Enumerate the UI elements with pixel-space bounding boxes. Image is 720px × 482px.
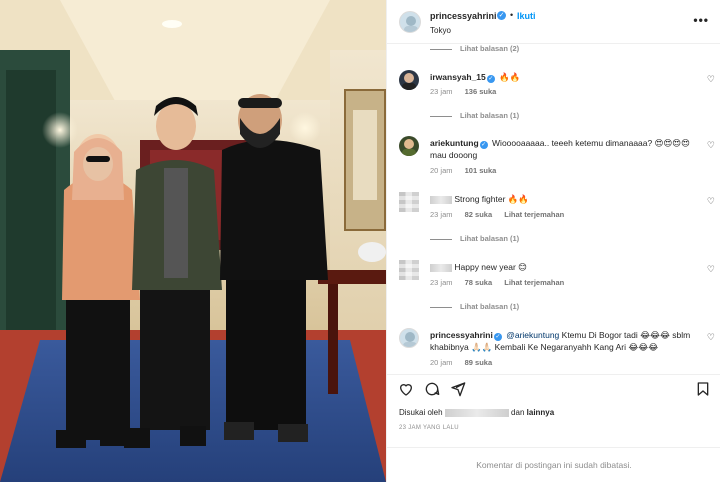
heart-icon[interactable]: ♡ (707, 196, 715, 207)
post-panel: princessyahrini ✓ • Ikuti Tokyo ••• Liha… (386, 0, 720, 482)
translate-button[interactable]: Lihat terjemahan (504, 210, 564, 219)
comment-mention[interactable]: @ariekuntung (506, 330, 559, 340)
heart-icon[interactable]: ♡ (707, 332, 715, 343)
comment-likes[interactable]: 89 suka (465, 358, 493, 367)
comment-username[interactable]: princessyahrini (430, 330, 493, 340)
avatar[interactable] (399, 11, 421, 33)
comment-likes[interactable]: 78 suka (465, 278, 493, 287)
comments-list[interactable]: Lihat balasan (2) irwansyah_15 ✓ 🔥🔥 23 ja… (387, 44, 720, 374)
comment-meta: 23 jam 78 suka Lihat terjemahan (430, 278, 574, 287)
comment-time[interactable]: 23 jam (430, 210, 453, 219)
verified-icon: ✓ (486, 75, 495, 83)
comment-likes[interactable]: 101 suka (465, 166, 497, 175)
view-replies-button[interactable]: Lihat balasan (1) (430, 111, 519, 120)
comment-body: 🔥🔥 (499, 72, 521, 82)
comment-text: irwansyah_15 ✓ 🔥🔥 (430, 71, 691, 83)
comment-body: Happy new year 😊 (454, 262, 528, 272)
post-timestamp[interactable]: 23 JAM YANG LALU (399, 425, 459, 431)
separator-dot: • (510, 10, 514, 20)
post-photo (0, 0, 386, 482)
share-icon[interactable] (450, 381, 466, 397)
comment-text: princessyahrini ✓ @ariekuntung Ktemu Di B… (430, 329, 691, 353)
comment-time[interactable]: 20 jam (430, 166, 453, 175)
comment-meta: 23 jam 82 suka Lihat terjemahan (430, 210, 574, 219)
verified-icon: ✓ (493, 333, 502, 341)
more-horizontal-icon[interactable]: ••• (693, 13, 709, 27)
comment-likes[interactable]: 136 suka (465, 87, 497, 96)
comment-time[interactable]: 20 jam (430, 358, 453, 367)
post-header: princessyahrini ✓ • Ikuti Tokyo ••• (387, 0, 720, 44)
verified-icon: ✓ (479, 141, 488, 149)
heart-icon[interactable] (398, 381, 414, 397)
view-replies-button[interactable]: Lihat balasan (1) (430, 302, 519, 311)
avatar[interactable] (399, 260, 419, 280)
heart-icon[interactable]: ♡ (707, 264, 715, 275)
avatar[interactable] (399, 70, 419, 90)
heart-icon[interactable]: ♡ (707, 74, 715, 85)
likes-others-link[interactable]: lainnya (527, 408, 555, 417)
comment-time[interactable]: 23 jam (430, 87, 453, 96)
blurred-liker[interactable] (444, 408, 509, 417)
blurred-username (430, 263, 452, 272)
comment-icon[interactable] (424, 381, 440, 397)
action-bar (387, 374, 720, 402)
comment-username[interactable]: irwansyah_15 (430, 72, 486, 82)
avatar[interactable] (399, 192, 419, 212)
comment-likes[interactable]: 82 suka (465, 210, 493, 219)
comments-disabled-notice: Komentar di postingan ini sudah dibatasi… (387, 447, 720, 482)
comment-meta: 23 jam 136 suka (430, 87, 506, 96)
follow-button[interactable]: Ikuti (517, 11, 536, 21)
verified-icon: ✓ (497, 11, 506, 20)
comment-body: Strong fighter 🔥🔥 (454, 194, 529, 204)
view-replies-button[interactable]: Lihat balasan (1) (430, 234, 519, 243)
bookmark-icon[interactable] (695, 381, 711, 397)
comment-username[interactable]: ariekuntung (430, 138, 479, 148)
view-replies-button[interactable]: Lihat balasan (2) (430, 44, 519, 53)
comment-time[interactable]: 23 jam (430, 278, 453, 287)
translate-button[interactable]: Lihat terjemahan (504, 278, 564, 287)
comment-meta: 20 jam 89 suka (430, 358, 502, 367)
likes-middle: dan (511, 408, 525, 417)
avatar[interactable] (399, 328, 419, 348)
location-link[interactable]: Tokyo (430, 26, 451, 35)
avatar[interactable] (399, 136, 419, 156)
comment-meta: 20 jam 101 suka (430, 166, 506, 175)
comment-text: Strong fighter 🔥🔥 (430, 193, 691, 205)
likes-summary: Disukai oleh dan lainnya (399, 408, 554, 417)
comment-text: Happy new year 😊 (430, 261, 691, 273)
heart-icon[interactable]: ♡ (707, 140, 715, 151)
blurred-username (430, 195, 452, 204)
photo-illustration (0, 0, 386, 482)
comment-text: ariekuntung ✓ Wiooooaaaaa.. teeeh ketemu … (430, 137, 691, 161)
likes-prefix: Disukai oleh (399, 408, 443, 417)
post-username[interactable]: princessyahrini (430, 11, 497, 21)
